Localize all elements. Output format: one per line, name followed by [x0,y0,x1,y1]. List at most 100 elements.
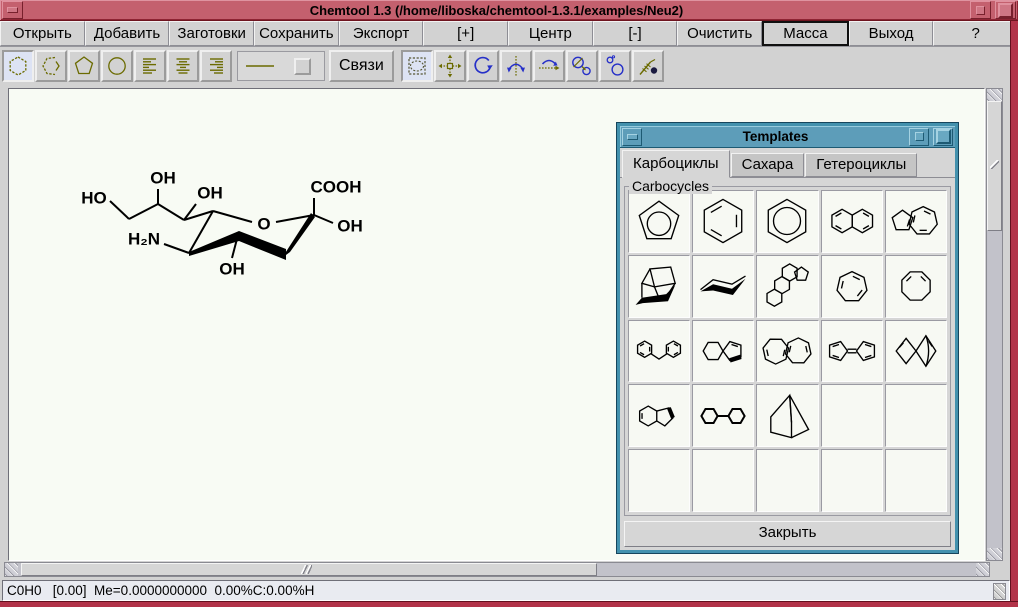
tab-Карбоциклы[interactable]: Карбоциклы [622,150,730,178]
template-cell-empty [885,449,947,512]
vertical-scrollbar-bottom-cap[interactable] [987,548,1002,560]
svg-text:OH: OH [219,260,245,279]
template-cell-empty [821,449,883,512]
rotate-tool[interactable] [467,50,499,82]
bond-style-dropdown[interactable] [294,58,311,75]
menu-item-Сохранить[interactable]: Сохранить [254,21,339,46]
benzene-kekule-thumbnail-icon [694,194,752,248]
svg-text:OH: OH [150,169,176,188]
template-item-cyclooctatetraene[interactable] [885,255,947,318]
minimize-icon [627,134,638,140]
menu-item-[-][interactable]: [-] [593,21,678,46]
scale-up-tool[interactable] [599,50,631,82]
minimize-icon [7,7,18,13]
template-item-fulvalene[interactable] [821,320,883,383]
dialog-iconify-button[interactable] [909,128,929,146]
align-right-tool[interactable] [200,50,232,82]
template-item-azulene[interactable] [885,190,947,253]
circle-template-tool[interactable] [101,50,133,82]
bonds-button[interactable]: Связи [329,50,394,82]
clean-tool[interactable] [632,50,664,82]
template-cell-empty [821,384,883,447]
scale-down-tool[interactable] [566,50,598,82]
naphthalene-thumbnail-icon [823,194,881,248]
window-minimize-button[interactable] [2,1,23,19]
menu-item-[+][interactable]: [+] [423,21,508,46]
horizontal-scrollbar-left-cap[interactable] [5,563,18,576]
bond-style-selector[interactable] [237,51,325,81]
bicyclohexyl-thumbnail-icon [694,389,752,443]
dialog-maximize-button[interactable] [933,128,953,146]
svg-text:H₂N: H₂N [128,230,160,249]
cyclopentadienyl-thumbnail-icon [630,194,688,248]
align-center-tool[interactable] [167,50,199,82]
svg-text:O: O [257,215,270,234]
clean-tool-icon [636,54,660,78]
tab-Гетероциклы[interactable]: Гетероциклы [805,153,917,177]
vertical-scrollbar-thumb[interactable] [987,101,1002,231]
flip-vertical-tool[interactable] [500,50,532,82]
hexagon-template-tool-icon [6,54,30,78]
scrollbar-grip-icon [300,565,312,574]
vertical-scrollbar-top-cap[interactable] [987,89,1002,101]
templates-dialog: Templates КарбоциклыСахараГетероциклы Ca… [617,123,958,553]
template-item-cycloheptatriene[interactable] [821,255,883,318]
menu-item-Заготовки[interactable]: Заготовки [169,21,254,46]
template-item-fluorene[interactable] [628,320,690,383]
hexagon-template-tool[interactable] [2,50,34,82]
menu-item-Очистить[interactable]: Очистить [677,21,762,46]
tab-Сахара[interactable]: Сахара [731,153,805,177]
select-marquee-tool[interactable] [401,50,433,82]
templates-dialog-titlebar[interactable]: Templates [620,126,955,148]
template-item-benzene-kekule[interactable] [692,190,754,253]
menu-item-?[interactable]: ? [933,21,1018,46]
template-item-cyclohexane-chair[interactable] [692,255,754,318]
menu-item-Экспорт[interactable]: Экспорт [339,21,424,46]
svg-text:COOH: COOH [311,178,362,197]
template-item-benzene-circle[interactable] [756,190,818,253]
menu-item-Масса[interactable]: Масса [762,21,849,46]
menu-item-Добавить[interactable]: Добавить [85,21,170,46]
window-iconify-button[interactable] [970,1,991,19]
horizontal-scrollbar-right-cap[interactable] [976,563,989,576]
svg-text:HO: HO [81,189,107,208]
menu-item-Центр[interactable]: Центр [508,21,593,46]
svg-text:OH: OH [197,184,223,203]
dialog-minimize-button[interactable] [622,128,642,146]
status-resize-grip[interactable] [993,583,1006,600]
template-item-heptalene[interactable] [756,320,818,383]
rotate-tool-icon [471,54,495,78]
vertical-scrollbar[interactable] [986,88,1003,561]
menu-item-Открыть[interactable]: Открыть [0,21,85,46]
chemtool-window: Chemtool 1.3 (/home/liboska/chemtool-1.3… [0,0,1018,607]
cyclooctatetraene-thumbnail-icon [887,259,945,313]
pentagon-template-tool-icon [72,54,96,78]
azulene-thumbnail-icon [887,194,945,248]
template-item-norbornane[interactable] [756,384,818,447]
menu-item-Выход[interactable]: Выход [849,21,934,46]
flip-horizontal-tool[interactable] [533,50,565,82]
window-maximize-button[interactable] [995,1,1016,19]
template-item-adamantane[interactable] [628,255,690,318]
pentagon-template-tool[interactable] [68,50,100,82]
horizontal-scrollbar-thumb[interactable] [21,563,597,576]
template-item-norbornadiene[interactable] [885,320,947,383]
indene-thumbnail-icon [630,389,688,443]
horizontal-scrollbar[interactable] [4,562,990,577]
open-polygon-tool[interactable] [35,50,67,82]
close-button[interactable]: Закрыть [624,521,951,547]
template-item-steroid-skeleton[interactable] [756,255,818,318]
template-item-spiro-ring[interactable] [692,320,754,383]
align-left-tool[interactable] [134,50,166,82]
norbornane-thumbnail-icon [758,389,816,443]
templates-dialog-tabs: КарбоциклыСахараГетероциклы [620,148,955,178]
template-cell-empty [628,449,690,512]
template-item-cyclopentadienyl[interactable] [628,190,690,253]
flip-horizontal-tool-icon [537,54,561,78]
move-tool[interactable] [434,50,466,82]
window-titlebar[interactable]: Chemtool 1.3 (/home/liboska/chemtool-1.3… [0,0,1018,21]
maximize-icon [998,3,1013,18]
template-item-naphthalene[interactable] [821,190,883,253]
template-item-indene[interactable] [628,384,690,447]
template-item-bicyclohexyl[interactable] [692,384,754,447]
